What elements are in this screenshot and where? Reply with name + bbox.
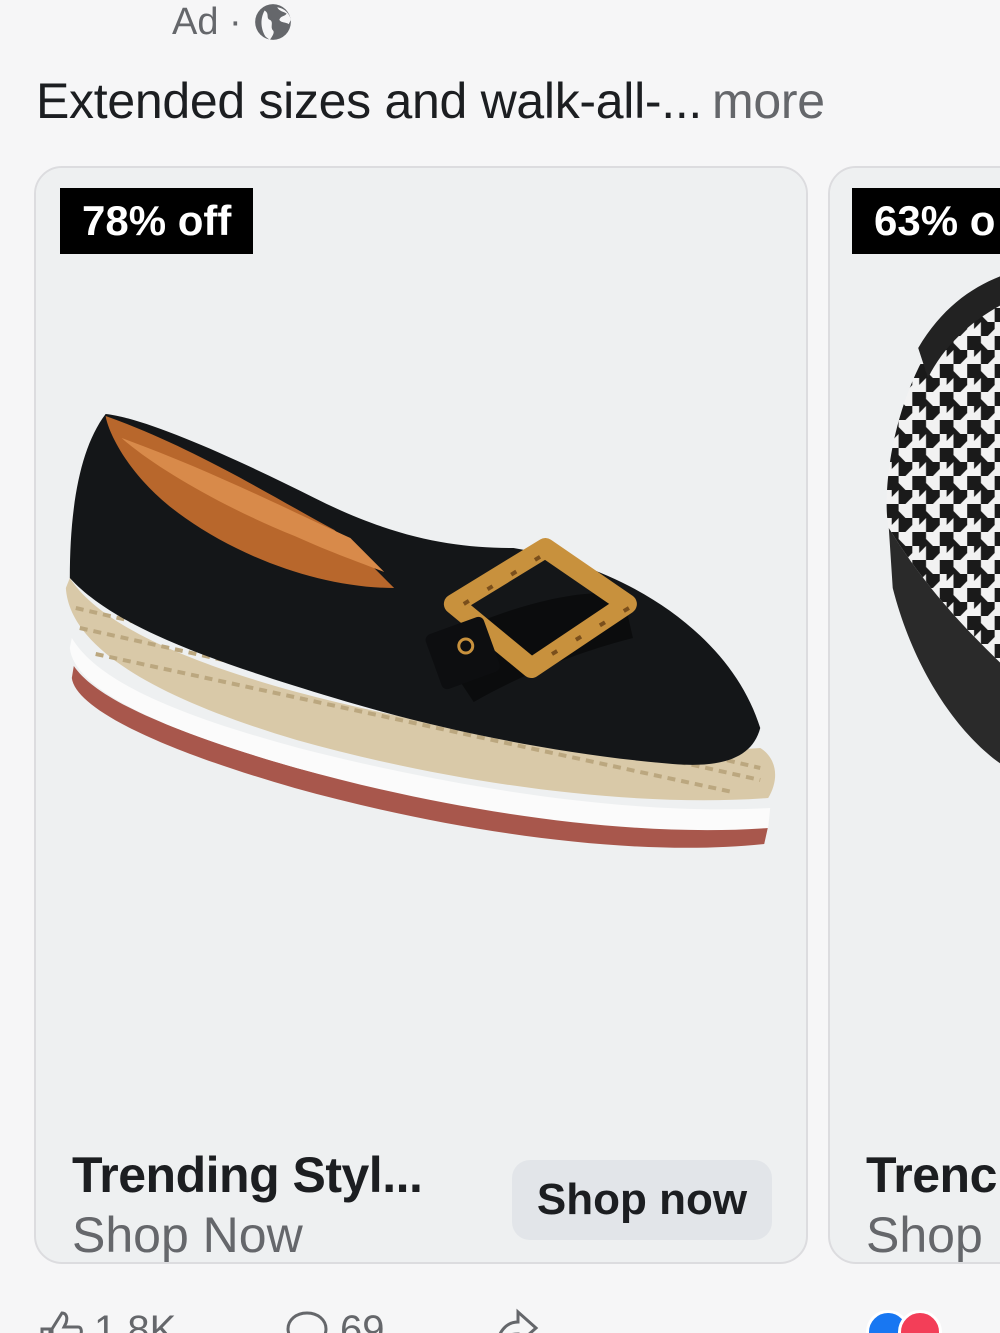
- comment-icon: [286, 1310, 328, 1333]
- love-reaction-icon: [898, 1310, 942, 1333]
- product-image-loafer[interactable]: [36, 168, 806, 1128]
- card-title[interactable]: Trenc: [866, 1146, 997, 1204]
- comment-count[interactable]: 69: [284, 1308, 385, 1333]
- caption-text: Extended sizes and walk-all-...: [36, 73, 703, 129]
- ad-label: Ad ·: [172, 0, 242, 43]
- post-footer: 1.8K 69: [0, 1296, 1000, 1333]
- like-count[interactable]: 1.8K: [36, 1308, 176, 1333]
- card-subtitle: Shop: [866, 1207, 983, 1263]
- comment-count-text: 69: [340, 1308, 385, 1333]
- carousel-card-1[interactable]: 78% off Trending Styl... Shop Now Shop n…: [34, 166, 808, 1264]
- product-image-houndstooth[interactable]: [830, 168, 1000, 1128]
- ad-header: Ad ·: [172, 0, 294, 44]
- card-subtitle: Shop Now: [72, 1207, 303, 1263]
- discount-badge: 78% off: [60, 188, 254, 254]
- thumbs-up-icon: [40, 1310, 83, 1333]
- shop-now-button[interactable]: Shop now: [512, 1160, 772, 1240]
- carousel-card-2[interactable]: 63% o Trenc Shop: [828, 166, 1000, 1264]
- card-title[interactable]: Trending Styl...: [72, 1146, 423, 1204]
- ad-caption: Extended sizes and walk-all-... more: [36, 72, 825, 130]
- share-icon: [498, 1308, 539, 1333]
- discount-badge: 63% o: [852, 188, 1000, 254]
- share-button[interactable]: [492, 1308, 540, 1333]
- like-count-text: 1.8K: [94, 1308, 177, 1333]
- see-more-link[interactable]: more: [712, 73, 825, 129]
- globe-icon: [254, 4, 291, 40]
- ad-post: Ad · Extended sizes and walk-all-... more: [0, 0, 1000, 1333]
- reactions-summary[interactable]: [866, 1310, 942, 1333]
